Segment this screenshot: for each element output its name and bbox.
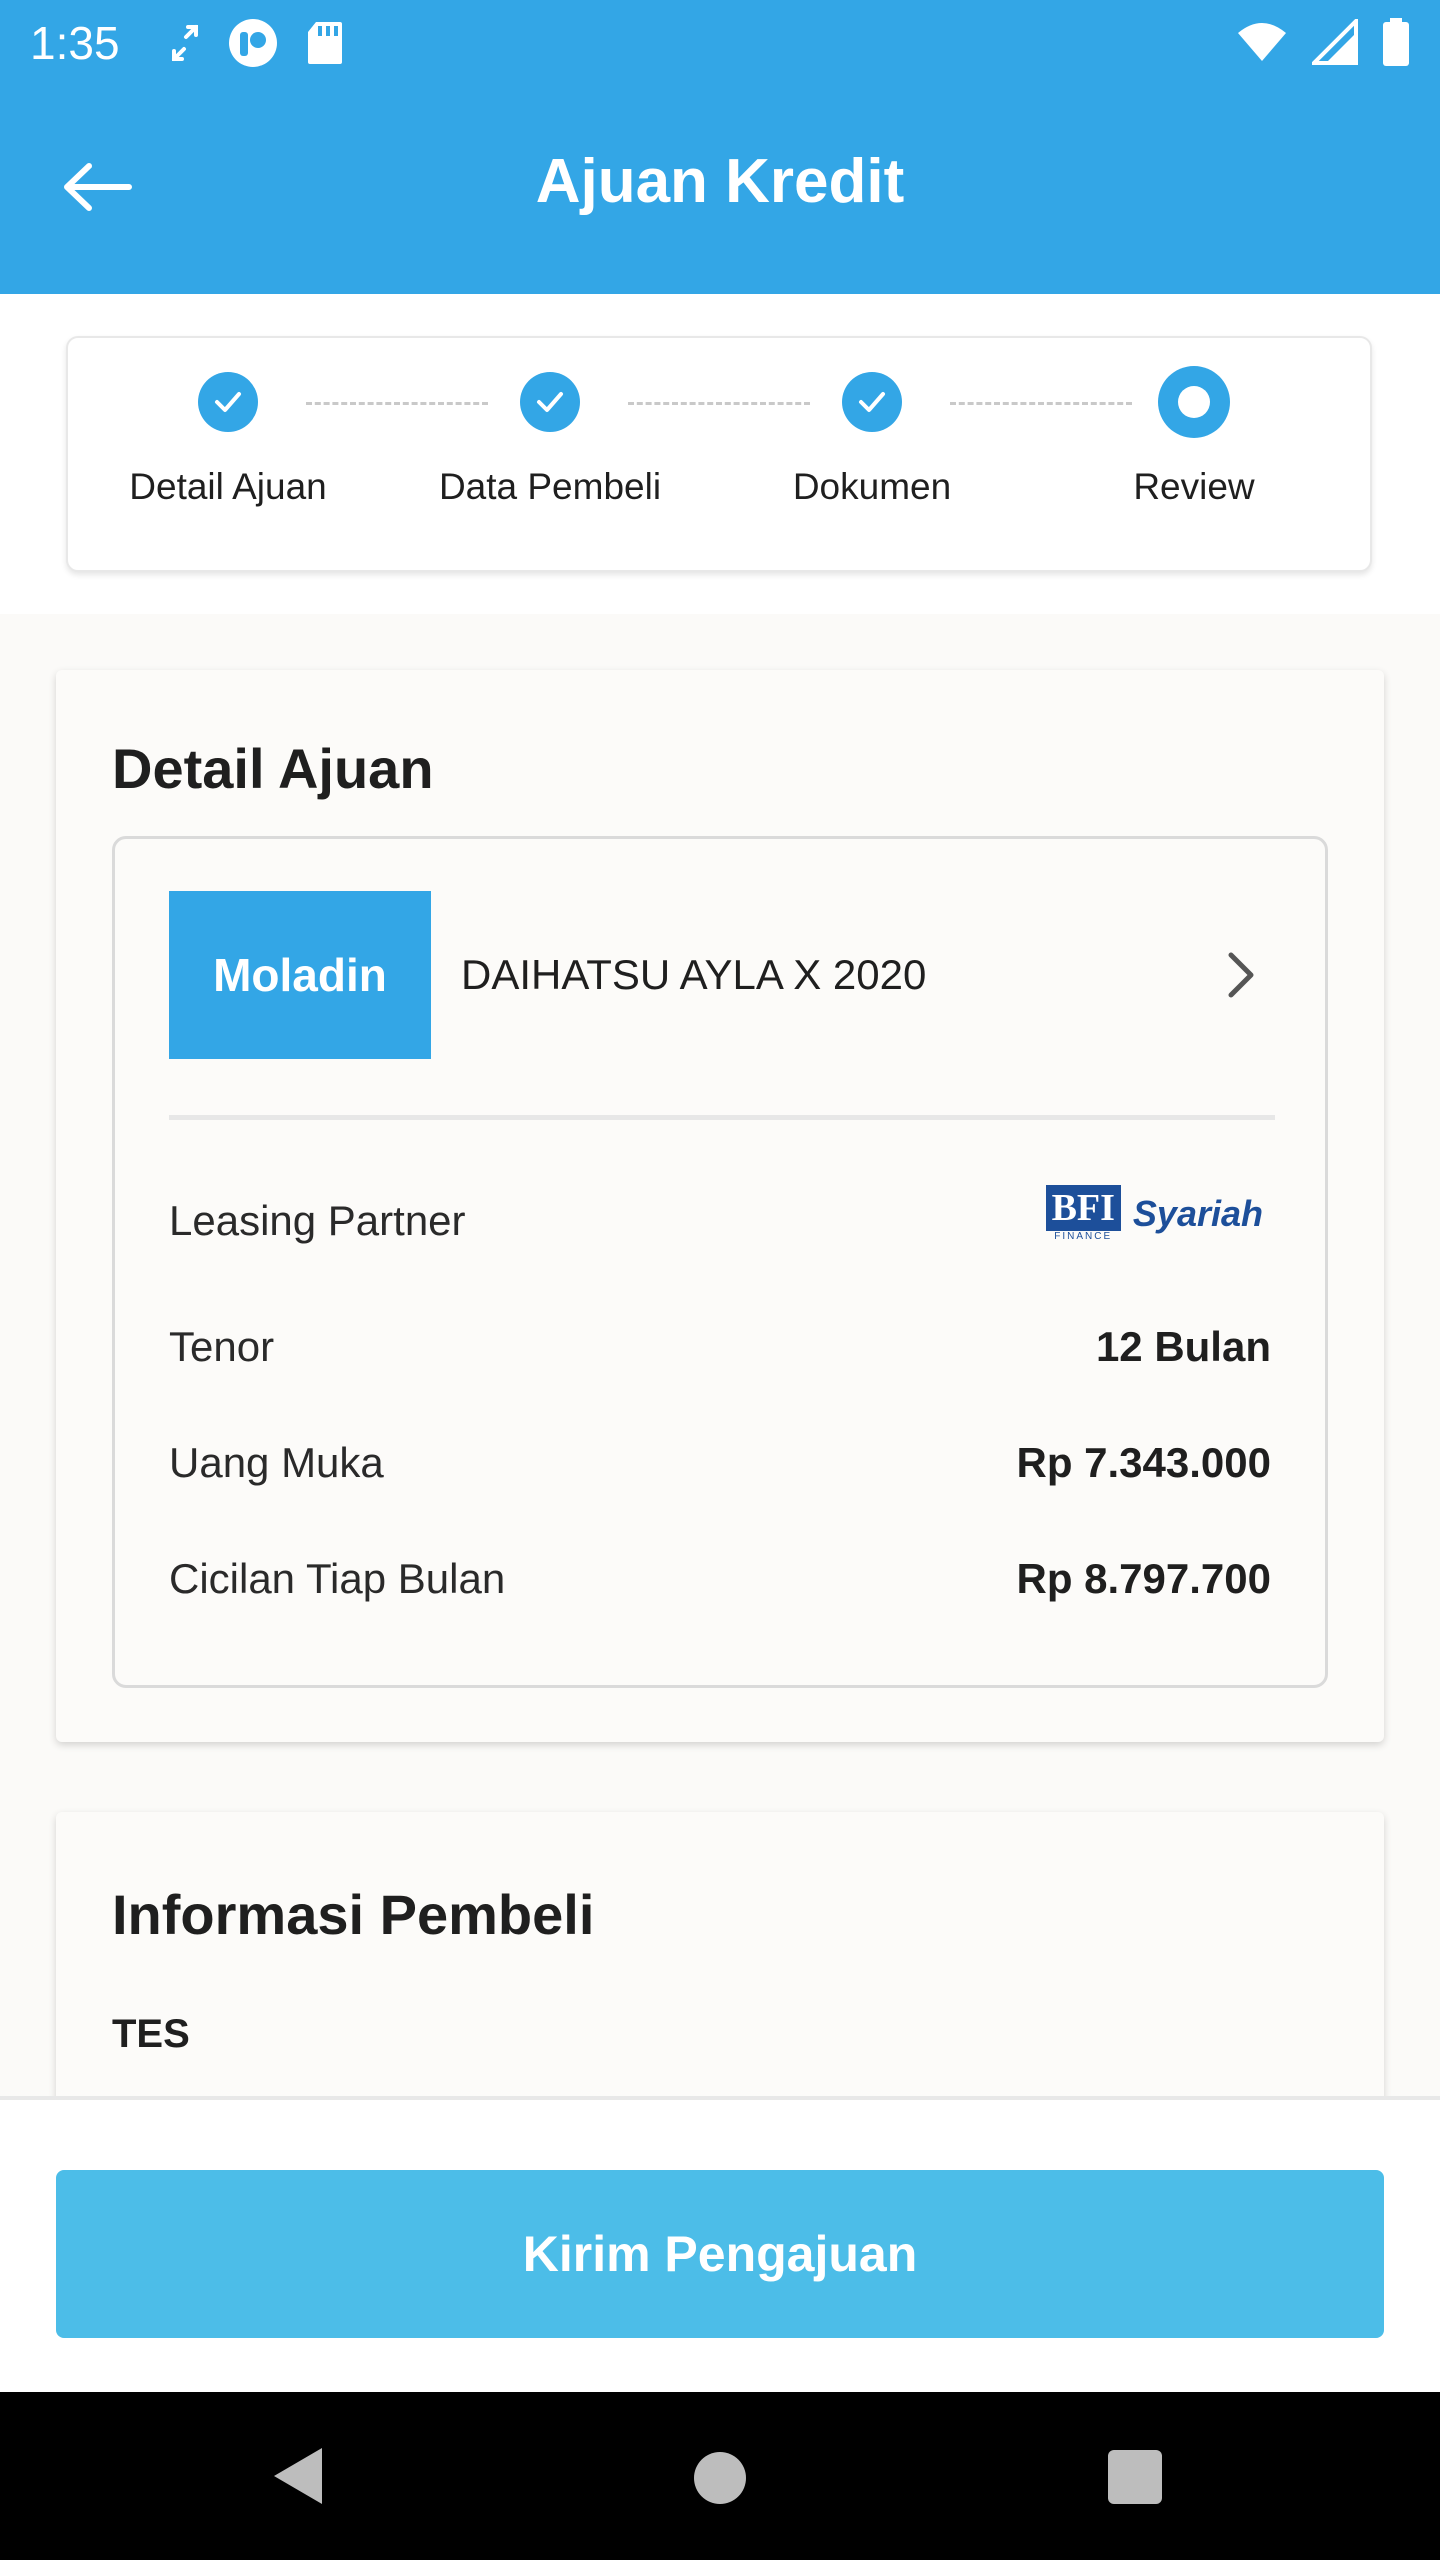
moladin-logo-text: Moladin <box>213 949 387 1001</box>
sync-icon <box>170 23 200 68</box>
nav-recents-icon[interactable] <box>1108 2450 1162 2504</box>
check-icon <box>842 372 902 432</box>
uang-muka-value: Rp 7.343.000 <box>1016 1439 1271 1486</box>
step-label: Detail Ajuan <box>129 466 327 507</box>
step-label: Dokumen <box>792 466 952 507</box>
section-title: Detail Ajuan <box>112 737 434 800</box>
nav-back-icon[interactable] <box>270 2444 326 2513</box>
bfi-syariah-logo: BFI FINANCE Syariah <box>1045 1185 1263 1242</box>
stepper: Detail Ajuan Data Pembeli Dokumen Review <box>66 336 1372 572</box>
status-bar: 1:35 <box>0 0 1440 84</box>
nav-home-icon[interactable] <box>694 2452 746 2504</box>
step-label: Data Pembeli <box>438 466 662 507</box>
app-notification-icon <box>228 18 278 73</box>
chevron-right-icon[interactable] <box>1215 947 1265 1003</box>
wifi-icon <box>1236 21 1288 68</box>
system-nav-bar <box>0 2392 1440 2560</box>
step-review: Review <box>1034 366 1354 508</box>
bfi-logo-sub: FINANCE <box>1054 1231 1113 1242</box>
current-step-indicator <box>1158 366 1230 438</box>
status-icons-left <box>170 18 344 73</box>
uang-muka-label: Uang Muka <box>169 1439 384 1486</box>
check-icon <box>520 372 580 432</box>
bottom-action-panel: Kirim Pengajuan <box>0 2096 1440 2392</box>
sd-card-icon <box>306 20 344 71</box>
informasi-pembeli-card: Informasi Pembeli TES <box>56 1812 1384 2102</box>
battery-icon <box>1382 18 1410 71</box>
cicilan-value: Rp 8.797.700 <box>1016 1555 1271 1602</box>
tenor-value: 12 Bulan <box>1095 1323 1271 1370</box>
bfi-logo-syariah: Syariah <box>1132 1192 1263 1234</box>
divider <box>169 1115 1275 1120</box>
kirim-pengajuan-button[interactable]: Kirim Pengajuan <box>56 2170 1384 2338</box>
bfi-logo-main: BFI <box>1045 1185 1121 1231</box>
detail-ajuan-card: Detail Ajuan Moladin DAIHATSU AYLA X 202… <box>56 670 1384 1742</box>
page-title: Ajuan Kredit <box>535 147 905 216</box>
app-bar: Ajuan Kredit <box>0 84 1440 294</box>
status-time: 1:35 <box>30 17 120 69</box>
section-title: Informasi Pembeli <box>112 1883 595 1946</box>
step-data-pembeli: Data Pembeli <box>390 372 710 508</box>
moladin-logo: Moladin <box>169 891 431 1059</box>
car-name[interactable]: DAIHATSU AYLA X 2020 <box>461 951 926 999</box>
signal-icon <box>1309 16 1358 70</box>
buyer-name: TES <box>112 2012 190 2056</box>
step-dokumen: Dokumen <box>712 372 1032 508</box>
tenor-label: Tenor <box>169 1323 275 1370</box>
status-icons-right <box>1236 16 1410 71</box>
step-detail-ajuan: Detail Ajuan <box>68 372 388 508</box>
stepper-section: Detail Ajuan Data Pembeli Dokumen Review <box>0 294 1440 614</box>
check-icon <box>198 372 258 432</box>
leasing-partner-label: Leasing Partner <box>169 1197 466 1244</box>
cicilan-label: Cicilan Tiap Bulan <box>169 1555 506 1602</box>
step-label: Review <box>1133 466 1255 507</box>
loan-detail-box: Moladin DAIHATSU AYLA X 2020 Leasing Par… <box>112 836 1328 1688</box>
